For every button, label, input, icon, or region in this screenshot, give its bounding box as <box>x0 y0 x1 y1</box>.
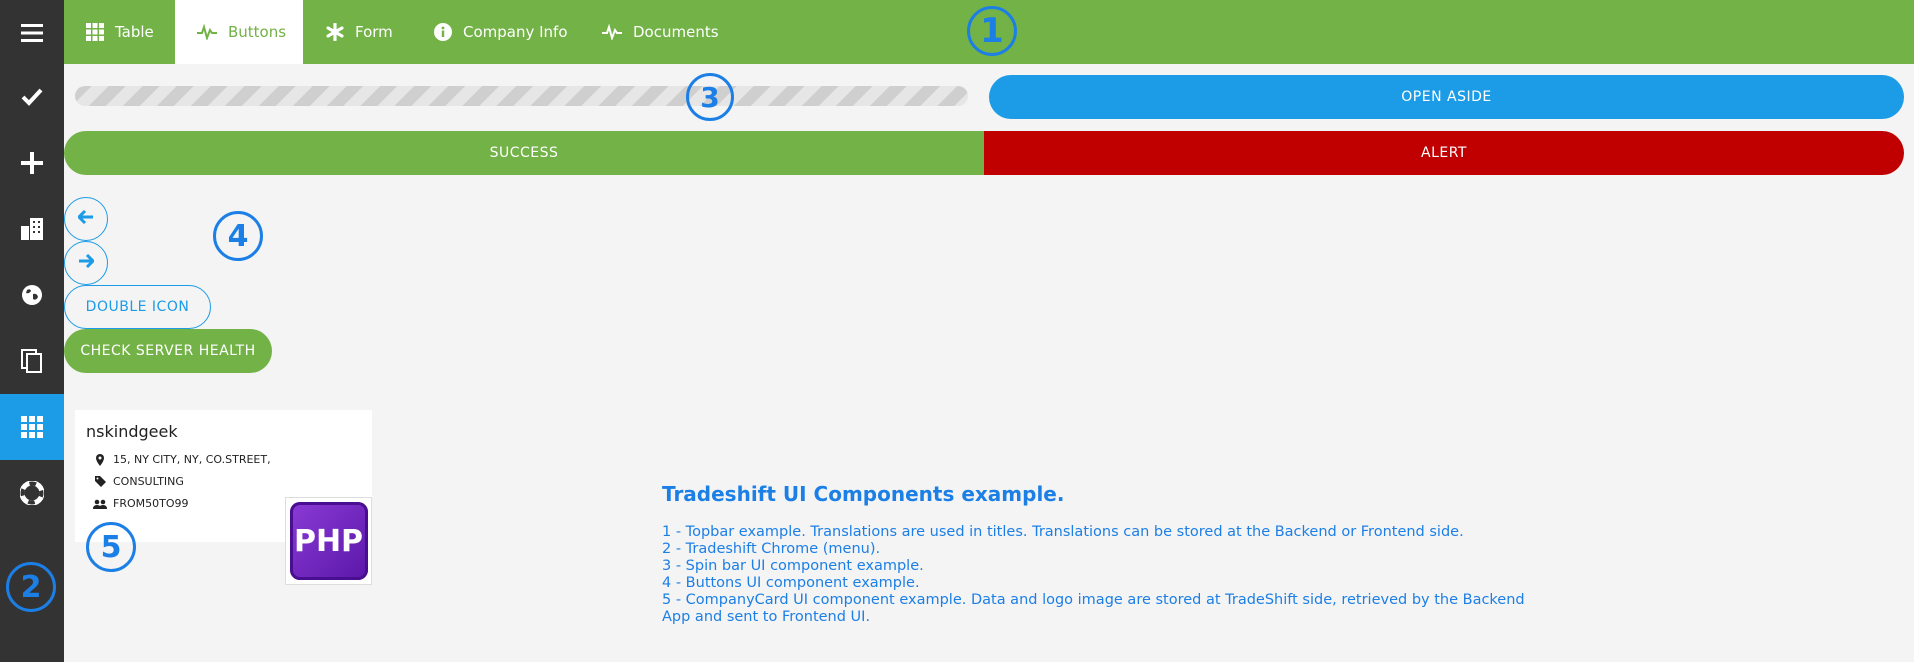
arrow-right-icon <box>78 253 96 272</box>
sidebar-item-documents[interactable] <box>0 328 64 394</box>
description-line-2: 2 - Tradeshift Chrome (menu). <box>662 541 881 557</box>
arrow-left-button[interactable] <box>64 197 108 241</box>
description-line-1: 1 - Topbar example. Translations are use… <box>662 524 1464 540</box>
company-industry-text: CONSULTING <box>113 475 184 488</box>
tag-icon <box>93 476 107 487</box>
company-name: nskindgeek <box>86 422 178 441</box>
alert-button[interactable]: ALERT <box>984 131 1904 175</box>
arrow-left-icon <box>76 209 94 228</box>
menu-icon <box>21 23 43 43</box>
tab-documents[interactable]: Documents <box>602 0 719 64</box>
success-button[interactable]: SUCCESS <box>64 131 984 175</box>
sidebar-item-tasks[interactable] <box>0 64 64 130</box>
tab-form[interactable]: Form <box>326 0 393 64</box>
annotation-badge-5: 5 <box>86 522 136 572</box>
check-server-health-button[interactable]: CHECK SERVER HEALTH <box>64 329 272 373</box>
sidebar-item-network[interactable] <box>0 262 64 328</box>
company-address: 15, NY CITY, NY, CO.STREET, <box>93 453 271 466</box>
description-title: Tradeshift UI Components example. <box>662 482 1065 506</box>
description-line-5: 5 - CompanyCard UI component example. Da… <box>662 592 1525 625</box>
map-pin-icon <box>93 453 107 466</box>
sidebar-item-companies[interactable] <box>0 196 64 262</box>
company-size-text: FROM50TO99 <box>113 497 189 510</box>
annotation-badge-1: 1 <box>967 6 1017 56</box>
apps-grid-icon <box>21 416 43 438</box>
tab-table-label: Table <box>115 23 154 41</box>
description-line-4: 4 - Buttons UI component example. <box>662 575 920 591</box>
asterisk-icon <box>326 23 344 41</box>
tab-buttons[interactable]: Buttons <box>175 0 303 64</box>
company-logo: PHP <box>285 497 372 585</box>
company-logo-text: PHP <box>289 502 368 580</box>
pulse-icon <box>197 24 217 40</box>
annotation-badge-2: 2 <box>6 562 56 612</box>
plus-icon <box>21 152 43 174</box>
info-icon <box>434 23 452 41</box>
tab-company-info[interactable]: Company Info <box>434 0 568 64</box>
people-icon <box>93 499 107 509</box>
company-address-text: 15, NY CITY, NY, CO.STREET, <box>113 453 271 466</box>
globe-icon <box>21 284 43 306</box>
pulse-icon <box>602 24 622 40</box>
sidebar-item-help[interactable] <box>0 460 64 526</box>
buildings-icon <box>21 218 43 240</box>
company-size: FROM50TO99 <box>93 497 189 510</box>
spin-bar <box>75 86 968 106</box>
sidebar-item-create[interactable] <box>0 130 64 196</box>
company-industry: CONSULTING <box>93 475 184 488</box>
annotation-badge-4: 4 <box>213 211 263 261</box>
tab-company-info-label: Company Info <box>463 23 568 41</box>
double-icon-button[interactable]: DOUBLE ICON <box>64 285 211 329</box>
description-panel: Tradeshift UI Components example. 1 - To… <box>662 482 1542 626</box>
open-aside-button[interactable]: OPEN ASIDE <box>989 75 1904 119</box>
tab-form-label: Form <box>355 23 393 41</box>
arrow-right-button[interactable] <box>64 241 108 285</box>
lifebuoy-icon <box>20 481 44 505</box>
checkmark-icon <box>21 88 43 106</box>
documents-icon <box>21 349 43 373</box>
annotation-badge-3: 3 <box>686 73 734 121</box>
grid-icon <box>86 23 104 41</box>
tab-documents-label: Documents <box>633 23 719 41</box>
menu-button[interactable] <box>0 0 64 66</box>
tab-buttons-label: Buttons <box>228 23 287 41</box>
sidebar-item-apps[interactable] <box>0 394 64 460</box>
description-line-3: 3 - Spin bar UI component example. <box>662 558 924 574</box>
tab-table[interactable]: Table <box>86 0 154 64</box>
